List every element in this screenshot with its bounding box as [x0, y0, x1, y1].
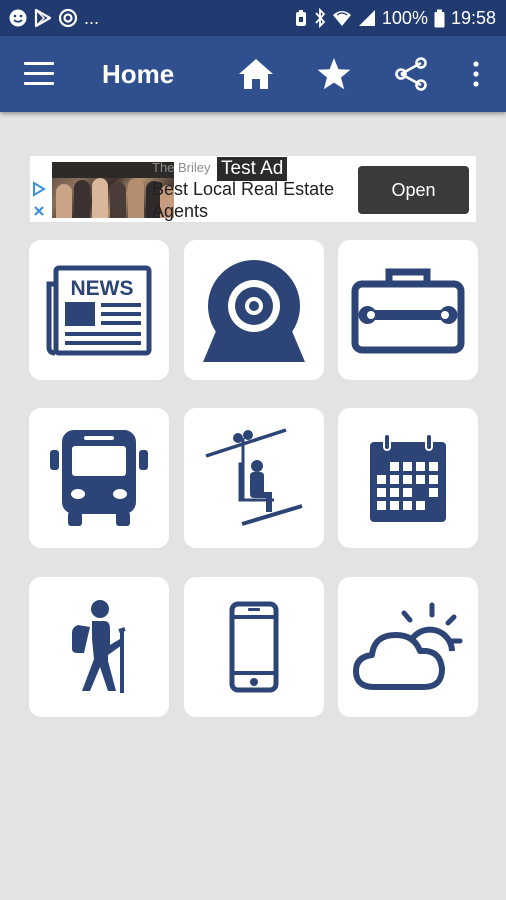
- tile-ski-lift[interactable]: [184, 408, 324, 548]
- play-store-icon: [34, 8, 52, 28]
- signal-icon: [358, 9, 376, 27]
- ad-banner[interactable]: The Briley Test Ad Best Local Real Estat…: [30, 156, 476, 222]
- calendar-icon: [370, 433, 446, 522]
- ad-open-button[interactable]: Open: [358, 166, 469, 214]
- tile-phone[interactable]: [184, 577, 324, 717]
- bus-icon: [50, 430, 148, 526]
- face-icon: [8, 8, 28, 28]
- app-bar: Home: [0, 36, 506, 112]
- wifi-icon: [332, 9, 352, 27]
- ad-choices-icon[interactable]: [30, 180, 50, 222]
- news-icon: NEWS: [46, 265, 152, 356]
- battery-icon: [434, 9, 445, 28]
- share-icon[interactable]: [391, 54, 431, 94]
- weather-icon: [353, 602, 463, 690]
- ski-lift-icon: [205, 428, 303, 526]
- tile-toolbox[interactable]: [338, 240, 478, 380]
- tile-weather[interactable]: [338, 577, 478, 717]
- status-time: 19:58: [450, 7, 496, 28]
- star-icon[interactable]: [314, 54, 354, 94]
- status-ellipsis: ...: [84, 7, 100, 28]
- tile-news[interactable]: NEWS: [29, 240, 169, 380]
- ad-headline[interactable]: Best Local Real Estate Agents: [152, 178, 362, 222]
- tile-webcam[interactable]: [184, 240, 324, 380]
- ad-brand: The Briley: [152, 160, 211, 175]
- target-icon: [58, 8, 78, 28]
- status-bar: ... 100% 19:58: [0, 0, 506, 36]
- bluetooth-icon: [314, 8, 326, 28]
- battery-saver-icon: [294, 9, 308, 27]
- home-icon[interactable]: [236, 54, 276, 94]
- toolbox-icon: [351, 268, 465, 354]
- tile-hiker[interactable]: [29, 577, 169, 717]
- status-bar-right: 100% 19:58: [294, 8, 496, 29]
- webcam-icon: [203, 260, 305, 362]
- tile-bus[interactable]: [29, 408, 169, 548]
- hiker-icon: [72, 600, 126, 693]
- status-bar-left: ...: [8, 8, 99, 29]
- svg-text:NEWS: NEWS: [71, 277, 134, 300]
- battery-percent: 100%: [381, 7, 428, 28]
- tile-calendar[interactable]: [338, 408, 478, 548]
- menu-icon[interactable]: [24, 62, 54, 86]
- more-icon[interactable]: [456, 54, 496, 94]
- phone-icon: [229, 601, 279, 693]
- page-title: Home: [102, 59, 175, 89]
